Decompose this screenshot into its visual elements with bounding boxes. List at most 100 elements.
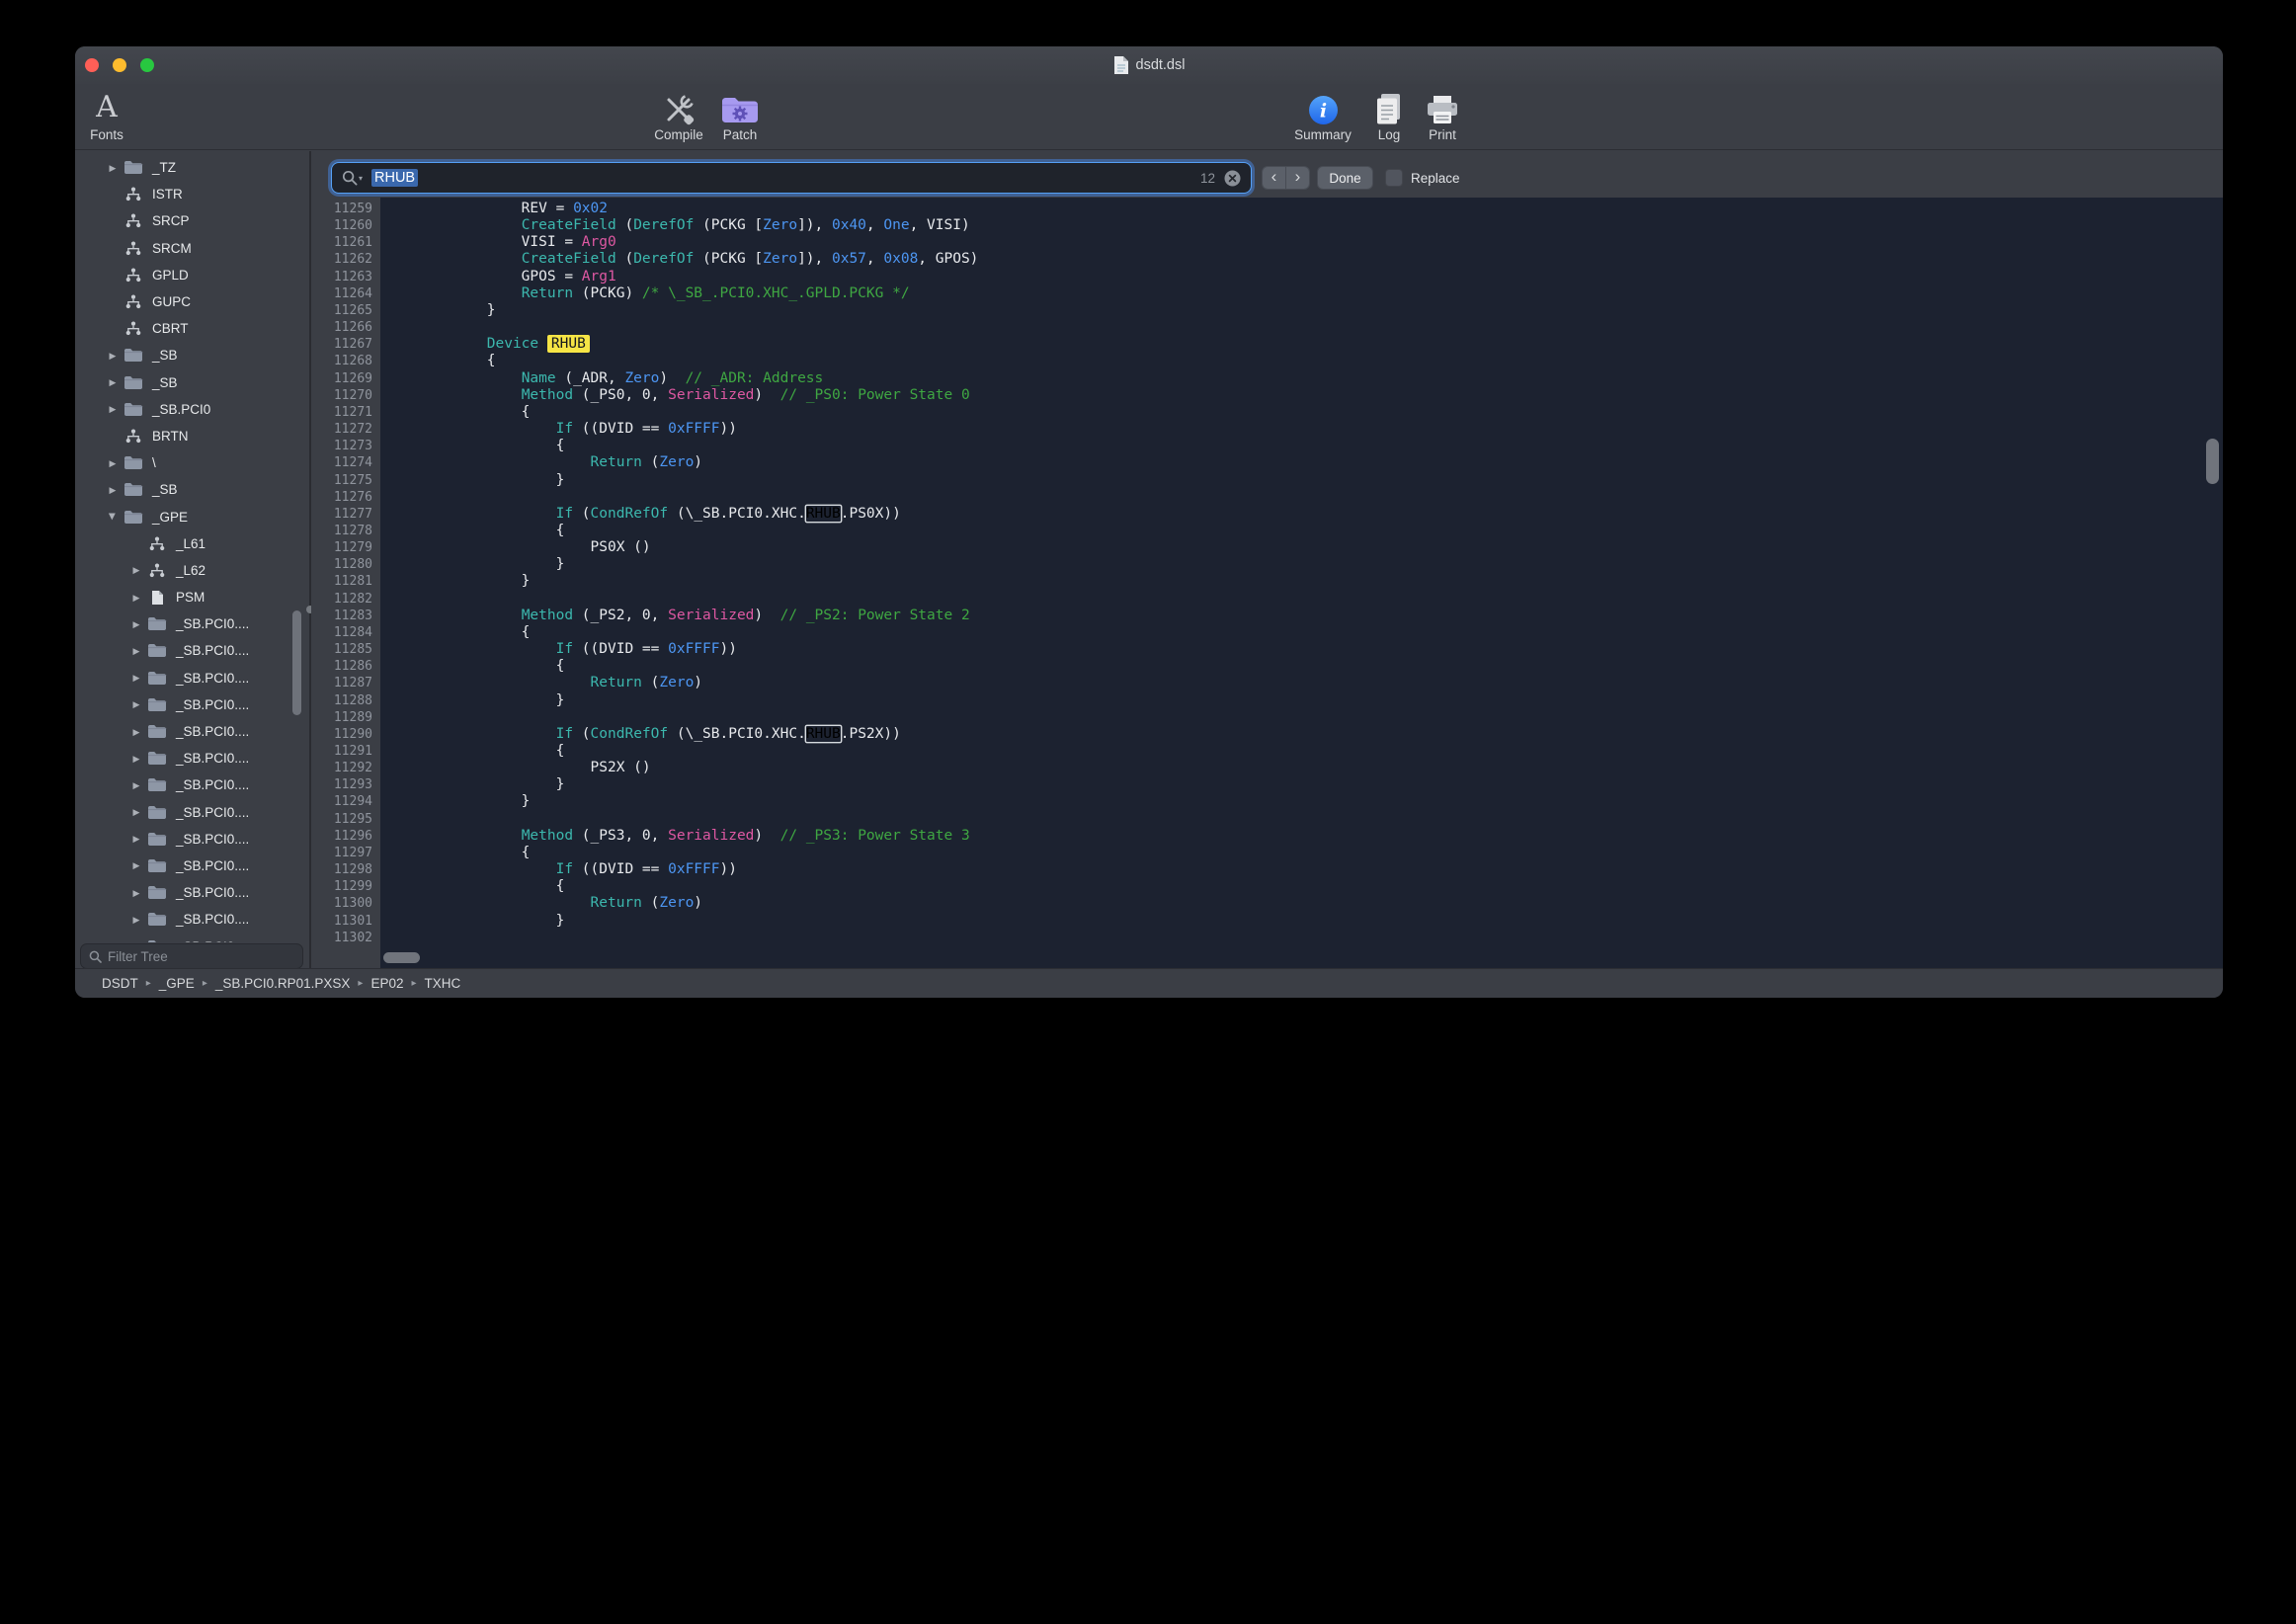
disclosure-triangle-icon[interactable]: ▶ bbox=[128, 804, 144, 820]
find-next-button[interactable]: › bbox=[1286, 167, 1309, 189]
tree-item-PSM[interactable]: ▶PSM bbox=[75, 584, 309, 610]
code-line: 11269 Name (_ADR, Zero) // _ADR: Address bbox=[311, 370, 2209, 387]
code-text: GPOS = Arg1 bbox=[380, 269, 616, 285]
tree-item-root[interactable]: ▶\ bbox=[75, 449, 309, 476]
tree-item-label: BRTN bbox=[152, 429, 189, 444]
code-text: If (CondRefOf (\_SB.PCI0.XHC.RHUB.PS0X)) bbox=[380, 506, 901, 523]
done-button[interactable]: Done bbox=[1317, 166, 1373, 190]
breadcrumb-item[interactable]: DSDT bbox=[102, 976, 138, 991]
tree-item-_SBPCI0[interactable]: ▶_SB.PCI0.... bbox=[75, 853, 309, 879]
disclosure-triangle-icon[interactable]: ▶ bbox=[105, 482, 121, 498]
tree-item-label: _SB.PCI0.... bbox=[176, 832, 249, 847]
line-number: 11292 bbox=[311, 760, 380, 776]
tree-item-_SBPCI0[interactable]: ▶_SB.PCI0.... bbox=[75, 665, 309, 691]
disclosure-triangle-icon[interactable]: ▶ bbox=[128, 724, 144, 740]
disclosure-triangle-icon[interactable]: ▶ bbox=[128, 696, 144, 712]
disclosure-triangle-icon[interactable]: ▶ bbox=[105, 509, 121, 525]
tree-item-_SBPCI0[interactable]: ▶_SB.PCI0.... bbox=[75, 637, 309, 664]
sidebar-scrollbar-thumb[interactable] bbox=[292, 610, 301, 715]
disclosure-triangle-icon[interactable]: ▶ bbox=[105, 374, 121, 390]
disclosure-triangle-icon[interactable]: ▶ bbox=[128, 857, 144, 873]
tree-item-_SBPCI0[interactable]: ▶ _SB.PCI0.... bbox=[75, 826, 309, 853]
tree-item-_SBPCI0[interactable]: ▶_SB.PCI0.... bbox=[75, 718, 309, 745]
tree-item-_TZ[interactable]: ▶_TZ bbox=[75, 154, 309, 181]
disclosure-triangle-icon[interactable]: ▶ bbox=[128, 831, 144, 847]
title-group: dsdt.dsl bbox=[75, 46, 2223, 84]
line-number: 11291 bbox=[311, 743, 380, 760]
filter-placeholder: Filter Tree bbox=[108, 949, 168, 964]
line-number: 11264 bbox=[311, 285, 380, 302]
disclosure-triangle-icon[interactable]: ▶ bbox=[128, 885, 144, 901]
code-line: 11288 } bbox=[311, 692, 2209, 709]
find-input[interactable]: ▾ RHUB 12 bbox=[331, 162, 1252, 194]
tree-item-SRCP[interactable]: SRCP bbox=[75, 207, 309, 234]
disclosure-triangle-icon[interactable]: ▶ bbox=[128, 912, 144, 928]
tree-item-_SBPCI0[interactable]: ▶_SB.PCI0 bbox=[75, 396, 309, 423]
disclosure-triangle-icon[interactable]: ▶ bbox=[128, 670, 144, 686]
line-number: 11282 bbox=[311, 591, 380, 608]
print-button[interactable]: Print bbox=[1398, 86, 1487, 142]
disclosure-triangle-icon[interactable]: ▶ bbox=[128, 643, 144, 659]
symbol-tree: ▶_TZISTRSRCPSRCMGPLDGUPCCBRT▶_SB▶_SB▶_SB… bbox=[75, 154, 309, 942]
tree-item-label: \ bbox=[152, 455, 156, 470]
tree-item-_SBPCI0[interactable]: ▶ _SB.PCI0.... bbox=[75, 771, 309, 798]
tree-item-GUPC[interactable]: GUPC bbox=[75, 288, 309, 315]
disclosure-triangle-icon[interactable]: ▶ bbox=[128, 938, 144, 942]
code-lines: 11259 REV = 0x0211260 CreateField (Deref… bbox=[311, 201, 2209, 946]
tree-item-_L61[interactable]: _L61 bbox=[75, 530, 309, 557]
tree-item-label: _SB.PCI0.... bbox=[176, 777, 249, 792]
breadcrumb-item[interactable]: _GPE bbox=[159, 976, 195, 991]
tree-item-_SB[interactable]: ▶_SB bbox=[75, 476, 309, 503]
code-text: If ((DVID == 0xFFFF)) bbox=[380, 421, 737, 438]
tree-item-_L62[interactable]: ▶_L62 bbox=[75, 557, 309, 584]
disclosure-triangle-icon[interactable]: ▶ bbox=[105, 348, 121, 364]
folder-icon bbox=[144, 671, 170, 686]
breadcrumb-item[interactable]: TXHC bbox=[425, 976, 461, 991]
code-editor[interactable]: 11259 REV = 0x0211260 CreateField (Deref… bbox=[311, 198, 2223, 968]
editor-vertical-scrollbar-thumb[interactable] bbox=[2206, 439, 2219, 484]
disclosure-triangle-icon[interactable]: ▶ bbox=[105, 455, 121, 471]
replace-checkbox[interactable] bbox=[1385, 169, 1403, 187]
patch-button[interactable]: Patch bbox=[696, 86, 784, 142]
disclosure-triangle-icon[interactable]: ▶ bbox=[128, 562, 144, 578]
tree-item-GPLD[interactable]: GPLD bbox=[75, 262, 309, 288]
tree-item-_SB[interactable]: ▶_SB bbox=[75, 369, 309, 396]
clear-search-button[interactable] bbox=[1224, 170, 1241, 187]
code-line: 11289 bbox=[311, 709, 2209, 726]
disclosure-triangle-icon[interactable]: ▶ bbox=[128, 590, 144, 606]
code-text: PS2X () bbox=[380, 760, 651, 776]
tree-item-CBRT[interactable]: CBRT bbox=[75, 315, 309, 342]
line-number: 11281 bbox=[311, 573, 380, 590]
tree-item-_SBPCI0[interactable]: ▶_SB.PCI0.... bbox=[75, 906, 309, 933]
editor-horizontal-scrollbar-thumb[interactable] bbox=[383, 952, 420, 963]
code-line: 11283 Method (_PS2, 0, Serialized) // _P… bbox=[311, 608, 2209, 624]
breadcrumb-item[interactable]: _SB.PCI0.RP01.PXSX bbox=[215, 976, 351, 991]
tree-item-BRTN[interactable]: BRTN bbox=[75, 423, 309, 449]
line-number: 11284 bbox=[311, 624, 380, 641]
tree-item-_SBPCI0[interactable]: ▶_SB.PCI0.... bbox=[75, 799, 309, 826]
tree-item-_SBPCI0[interactable]: ▶_SB.PCI0.... bbox=[75, 610, 309, 637]
disclosure-triangle-icon[interactable]: ▶ bbox=[105, 401, 121, 417]
tree-item-_SBPCI0[interactable]: ▶_SB.PCI0.... bbox=[75, 879, 309, 906]
breadcrumb-item[interactable]: EP02 bbox=[370, 976, 403, 991]
disclosure-triangle-icon[interactable]: ▶ bbox=[128, 751, 144, 767]
filter-tree-input[interactable]: Filter Tree bbox=[80, 943, 303, 969]
line-number: 11301 bbox=[311, 913, 380, 930]
tree-item-_SBPCI0[interactable]: ▶_SB.PCI0.... bbox=[75, 933, 309, 942]
code-text bbox=[380, 591, 383, 608]
tree-item-SRCM[interactable]: SRCM bbox=[75, 235, 309, 262]
disclosure-triangle-icon[interactable]: ▶ bbox=[105, 160, 121, 176]
code-text: } bbox=[380, 913, 564, 930]
line-number: 11278 bbox=[311, 523, 380, 539]
tree-item-_SBPCI0[interactable]: ▶_SB.PCI0.... bbox=[75, 691, 309, 718]
code-line: 11279 PS0X () bbox=[311, 539, 2209, 556]
tree-item-_GPE[interactable]: ▶_GPE bbox=[75, 503, 309, 529]
tree-item-_SBPCI0[interactable]: ▶_SB.PCI0.... bbox=[75, 745, 309, 771]
disclosure-triangle-icon[interactable]: ▶ bbox=[128, 777, 144, 793]
find-previous-button[interactable]: ‹ bbox=[1263, 167, 1286, 189]
tree-item-ISTR[interactable]: ISTR bbox=[75, 181, 309, 207]
code-text: } bbox=[380, 573, 530, 590]
tree-item-_SB[interactable]: ▶_SB bbox=[75, 342, 309, 368]
disclosure-triangle-icon[interactable]: ▶ bbox=[128, 616, 144, 632]
fonts-button[interactable]: A Fonts bbox=[75, 86, 151, 142]
